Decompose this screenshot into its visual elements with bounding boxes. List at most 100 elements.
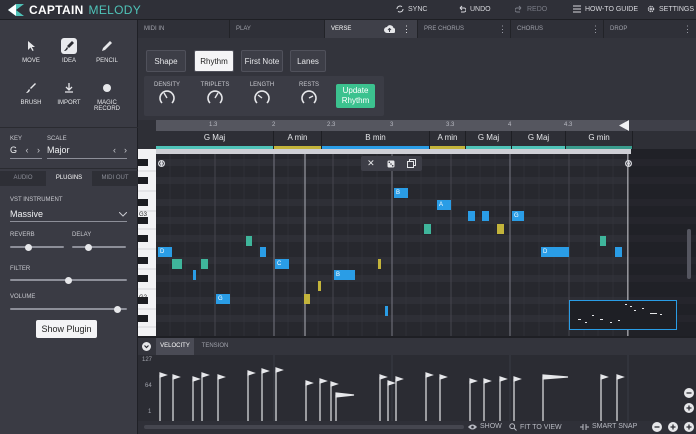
vst-select[interactable]: Massive xyxy=(10,209,127,219)
midi-note[interactable] xyxy=(260,247,266,257)
dice-icon[interactable] xyxy=(387,160,395,168)
midi-note[interactable] xyxy=(468,211,475,221)
midi-note[interactable]: B xyxy=(334,270,355,280)
chevron-left-icon[interactable]: ‹ xyxy=(26,145,29,155)
zoom-in-icon[interactable] xyxy=(684,403,694,413)
zoom-in-icon[interactable] xyxy=(668,422,678,432)
vertical-scrollbar[interactable] xyxy=(687,229,691,279)
tab-verse[interactable]: VERSE ⋮ xyxy=(325,20,418,38)
slider-knob[interactable] xyxy=(114,305,122,313)
chord-block[interactable]: A min xyxy=(430,131,466,149)
midi-note[interactable] xyxy=(378,259,381,269)
midi-note[interactable] xyxy=(246,236,252,246)
first-note-button[interactable]: First Note xyxy=(241,50,283,72)
midi-note[interactable]: B xyxy=(394,188,408,198)
howto-button[interactable]: HOW-TO GUIDE xyxy=(573,5,638,13)
shape-button[interactable]: Shape xyxy=(146,50,186,72)
tab-tension[interactable]: TENSION xyxy=(196,338,234,355)
tool-brush[interactable]: BRUSH xyxy=(11,80,51,106)
midi-note[interactable] xyxy=(201,259,208,269)
tool-idea[interactable]: IDEA xyxy=(49,38,89,64)
chevron-right-icon[interactable]: › xyxy=(37,145,40,155)
minimap[interactable] xyxy=(569,300,677,330)
more-vertical-icon[interactable]: ⋮ xyxy=(683,20,692,38)
chord-block[interactable]: G min xyxy=(566,131,633,149)
midi-note[interactable]: A xyxy=(437,200,451,210)
rests-knob[interactable]: RESTS xyxy=(292,82,326,106)
lanes-button[interactable]: Lanes xyxy=(290,50,326,72)
tab-drop[interactable]: DROP ⋮ xyxy=(604,20,696,38)
chord-block[interactable]: B min xyxy=(322,131,430,149)
chevron-left-icon[interactable]: ‹ xyxy=(113,145,116,155)
midi-note[interactable] xyxy=(600,236,606,246)
midi-note[interactable]: G xyxy=(216,294,230,304)
copy-icon[interactable] xyxy=(406,159,416,168)
midi-note[interactable]: C xyxy=(275,259,289,269)
tab-audio[interactable]: AUDIO xyxy=(0,171,46,186)
close-icon[interactable]: ✕ xyxy=(367,158,375,169)
chevron-right-icon[interactable]: › xyxy=(124,145,127,155)
midi-note[interactable]: D xyxy=(541,247,569,257)
density-knob[interactable]: DENSITY xyxy=(150,82,184,106)
slider-knob[interactable] xyxy=(84,243,92,251)
tab-pre-chorus[interactable]: PRE CHORUS ⋮ xyxy=(418,20,511,38)
more-vertical-icon[interactable]: ⋮ xyxy=(591,20,600,38)
key-selector[interactable]: G ‹ › xyxy=(10,145,40,155)
fit-to-view-button[interactable]: FIT TO VIEW xyxy=(509,423,562,431)
slider-knob[interactable] xyxy=(25,243,33,251)
slider-knob[interactable] xyxy=(65,276,72,284)
zoom-in-icon[interactable] xyxy=(684,422,694,432)
settings-button[interactable]: SETTINGS xyxy=(647,5,694,13)
tab-midi-in[interactable]: MIDI IN xyxy=(138,20,230,38)
chord-block[interactable]: G Maj xyxy=(156,131,274,149)
undo-button[interactable]: UNDO xyxy=(458,5,491,13)
more-vertical-icon[interactable]: ⋮ xyxy=(402,20,411,38)
midi-note[interactable] xyxy=(615,247,622,257)
midi-note[interactable]: D xyxy=(158,247,172,257)
tool-pencil[interactable]: PENCIL xyxy=(87,38,127,64)
resize-handle-icon[interactable] xyxy=(158,159,165,168)
more-vertical-icon[interactable]: ⋮ xyxy=(498,20,507,38)
loop-end-marker-icon[interactable] xyxy=(619,120,629,131)
tab-velocity[interactable]: VELOCITY xyxy=(156,338,194,355)
smart-snap-button[interactable]: SMART SNAP xyxy=(580,423,637,430)
scale-selector[interactable]: Major ‹ › xyxy=(47,145,127,155)
midi-note[interactable] xyxy=(304,294,310,304)
resize-handle-icon[interactable] xyxy=(625,159,632,168)
collapse-icon[interactable] xyxy=(142,342,151,351)
section-region-bar[interactable] xyxy=(156,149,631,154)
zoom-out-icon[interactable] xyxy=(684,388,694,398)
tool-move[interactable]: MOVE xyxy=(11,38,51,64)
chord-block[interactable]: G Maj xyxy=(512,131,566,149)
tab-plugins[interactable]: PLUGINS xyxy=(46,171,92,186)
timeline-ruler[interactable]: 1.3 2 2.3 3 3.3 4 4.3 xyxy=(156,120,696,131)
tab-play[interactable]: PLAY xyxy=(230,20,325,38)
tab-chorus[interactable]: CHORUS ⋮ xyxy=(511,20,604,38)
redo-button[interactable]: REDO xyxy=(515,5,547,13)
zoom-out-icon[interactable] xyxy=(652,422,662,432)
update-rhythm-button[interactable]: Update Rhythm xyxy=(336,84,375,108)
chord-block[interactable]: A min xyxy=(274,131,322,149)
tool-import[interactable]: IMPORT xyxy=(49,80,89,106)
midi-note[interactable] xyxy=(172,259,182,269)
velocity-lane[interactable]: VELOCITY TENSION 127 64 1 xyxy=(138,338,696,434)
volume-slider[interactable] xyxy=(10,305,127,313)
show-plugin-button[interactable]: Show Plugin xyxy=(36,320,97,338)
midi-note[interactable] xyxy=(424,224,431,234)
tool-magic-record[interactable]: MAGIC RECORD xyxy=(87,80,127,112)
filter-slider[interactable] xyxy=(10,276,127,284)
horizontal-scrollbar[interactable] xyxy=(144,425,464,429)
midi-note[interactable] xyxy=(482,211,489,221)
triplets-knob[interactable]: TRIPLETS xyxy=(198,82,232,106)
rhythm-button[interactable]: Rhythm xyxy=(194,50,234,72)
piano-keys[interactable]: G3 G2 xyxy=(138,149,156,336)
piano-roll-grid[interactable]: ✕ B A G D D C B G xyxy=(156,149,696,336)
midi-note[interactable] xyxy=(193,270,196,280)
chord-block[interactable]: G Maj xyxy=(466,131,512,149)
length-knob[interactable]: LENGTH xyxy=(245,82,279,106)
midi-note[interactable] xyxy=(497,224,504,234)
midi-note[interactable] xyxy=(318,281,321,291)
midi-note[interactable] xyxy=(385,306,388,316)
delay-slider[interactable] xyxy=(72,243,126,251)
cloud-upload-icon[interactable] xyxy=(384,25,395,33)
